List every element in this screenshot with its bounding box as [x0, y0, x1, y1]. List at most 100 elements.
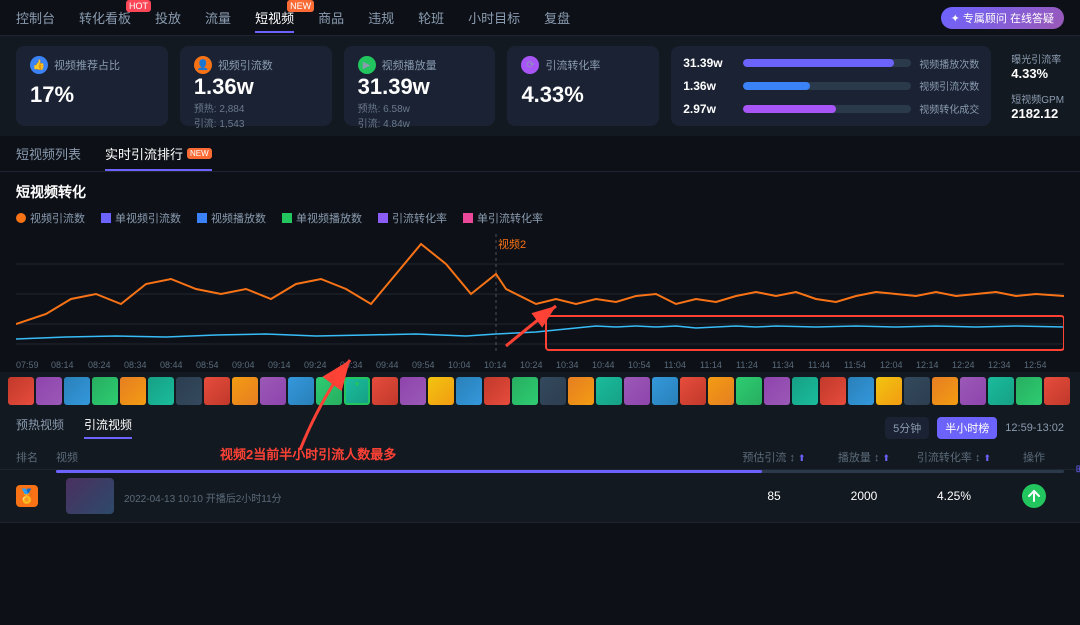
svg-text:12:34: 12:34: [988, 360, 1011, 370]
svg-text:08:14: 08:14: [51, 360, 74, 370]
thumb-item[interactable]: [708, 377, 734, 405]
thumb-item[interactable]: [148, 377, 174, 405]
video-thumbnail[interactable]: [66, 478, 114, 514]
bottom-panel: 预热视频 引流视频 5分钟 半小时榜 12:59-13:02 排名 视频 预估引…: [0, 410, 1080, 523]
5min-btn[interactable]: 5分钟: [885, 417, 929, 439]
thumb-item[interactable]: [988, 377, 1014, 405]
stats-row: 👍 视频推荐占比 17% 👤 视频引流数 1.36w 预热: 2,884 引流:…: [0, 36, 1080, 136]
thumb-item[interactable]: [932, 377, 958, 405]
chart-section: 短视频转化 视频引流数 单视频引流数 视频播放数 单视频播放数 引流转化率: [0, 172, 1080, 372]
nav-item-violations[interactable]: 违规: [368, 4, 394, 31]
thumb-item[interactable]: [540, 377, 566, 405]
nav-item-review[interactable]: 复盘: [544, 4, 570, 31]
col-traffic-header[interactable]: 预估引流 ↕ ⬆: [724, 449, 824, 465]
thumb-item[interactable]: [820, 377, 846, 405]
nav-item-products[interactable]: 商品: [318, 4, 344, 31]
thumb-item[interactable]: [232, 377, 258, 405]
nav-item-shifts[interactable]: 轮班: [418, 4, 444, 31]
svg-text:12:24: 12:24: [952, 360, 975, 370]
nav-item-conversion[interactable]: 转化看板 HOT: [79, 4, 131, 31]
chart-title: 短视频转化: [16, 182, 1064, 202]
nav-item-delivery[interactable]: 投放: [155, 4, 181, 31]
thumb-item[interactable]: [904, 377, 930, 405]
legend-conv-rate: 引流转化率: [378, 210, 447, 226]
conversion-bar: [743, 105, 835, 113]
svg-text:12:14: 12:14: [916, 360, 939, 370]
expert-button[interactable]: ✦ 专属顾问 在线答疑: [941, 7, 1064, 29]
sort-icon-play: ⬆: [883, 453, 891, 463]
tab-preheat-video[interactable]: 预热视频: [16, 416, 64, 439]
thumb-item[interactable]: [960, 377, 986, 405]
thumb-item[interactable]: [512, 377, 538, 405]
thumb-item-active[interactable]: ●: [344, 377, 370, 405]
tab-traffic-video[interactable]: 引流视频: [84, 416, 132, 439]
right-row-plays: 31.39w 视频播放次数: [683, 56, 979, 71]
thumb-item[interactable]: [1044, 377, 1070, 405]
rank-cell: 🏅: [16, 485, 56, 507]
nav-item-traffic[interactable]: 流量: [205, 4, 231, 31]
svg-text:08:24: 08:24: [88, 360, 111, 370]
video-date: 2022-04-13 10:10 开播后2小时11分: [124, 490, 724, 505]
time-axis: 07:59 08:14 08:24 08:34 08:44 08:54 09:0…: [16, 354, 1064, 372]
play-icon: ▶: [358, 56, 376, 74]
rank-badge-gold: 🏅: [16, 485, 38, 507]
halfhour-btn[interactable]: 半小时榜: [937, 417, 997, 439]
thumb-item[interactable]: [484, 377, 510, 405]
thumb-item[interactable]: [596, 377, 622, 405]
svg-text:09:34: 09:34: [340, 360, 363, 370]
nav-item-shortvideo[interactable]: 短视频 NEW: [255, 4, 294, 31]
nav-item-hourly-target[interactable]: 小时目标: [468, 4, 520, 31]
thumb-item[interactable]: [680, 377, 706, 405]
hot-badge: HOT: [126, 0, 151, 12]
svg-text:11:34: 11:34: [772, 360, 794, 370]
thumb-item[interactable]: [876, 377, 902, 405]
legend-sq-single-plays: [282, 213, 292, 223]
legend-traffic: 视频引流数: [16, 210, 85, 226]
action-cell: [1004, 484, 1064, 508]
thumb-item[interactable]: [372, 377, 398, 405]
action-button[interactable]: [1022, 484, 1046, 508]
thumb-item[interactable]: [624, 377, 650, 405]
thumb-item[interactable]: [428, 377, 454, 405]
svg-text:10:14: 10:14: [484, 360, 507, 370]
thumb-item[interactable]: [260, 377, 286, 405]
thumb-item[interactable]: [36, 377, 62, 405]
thumb-item[interactable]: [456, 377, 482, 405]
thumb-item[interactable]: [848, 377, 874, 405]
nav-item-console[interactable]: 控制台: [16, 4, 55, 31]
svg-text:10:54: 10:54: [628, 360, 651, 370]
thumb-item[interactable]: [400, 377, 426, 405]
thumb-item[interactable]: [736, 377, 762, 405]
svg-text:09:14: 09:14: [268, 360, 291, 370]
thumb-item[interactable]: [176, 377, 202, 405]
legend-sq-single-conv: [463, 213, 473, 223]
conversion-icon: ⟳: [521, 56, 539, 74]
legend-single-conv: 单引流转化率: [463, 210, 543, 226]
thumb-item[interactable]: [288, 377, 314, 405]
chart-container: 视频2: [16, 234, 1064, 354]
thumb-item[interactable]: [8, 377, 34, 405]
new-tag: NEW: [187, 148, 212, 159]
tab-video-list[interactable]: 短视频列表: [16, 144, 81, 171]
thumb-item[interactable]: [120, 377, 146, 405]
thumb-item[interactable]: [764, 377, 790, 405]
thumb-item[interactable]: [1016, 377, 1042, 405]
recommend-icon: 👍: [30, 56, 48, 74]
thumb-item[interactable]: [568, 377, 594, 405]
thumb-item[interactable]: [652, 377, 678, 405]
svg-text:10:04: 10:04: [448, 360, 471, 370]
video2-label: 视频2: [498, 236, 526, 252]
thumb-item[interactable]: [64, 377, 90, 405]
new-badge: NEW: [287, 0, 314, 12]
svg-text:10:44: 10:44: [592, 360, 615, 370]
legend-sq-plays: [197, 213, 207, 223]
thumb-item[interactable]: [204, 377, 230, 405]
col-play-header[interactable]: 播放量 ↕ ⬆: [824, 449, 904, 465]
chart-svg: [16, 234, 1064, 354]
col-conv-header[interactable]: 引流转化率 ↕ ⬆: [904, 449, 1004, 465]
thumb-item[interactable]: [92, 377, 118, 405]
thumb-item[interactable]: [792, 377, 818, 405]
thumb-item[interactable]: [316, 377, 342, 405]
tab-realtime-ranking[interactable]: 实时引流排行 NEW: [105, 144, 212, 171]
right-stats-panel: 31.39w 视频播放次数 1.36w 视频引流次数 2.97w 视频转化成交: [671, 46, 991, 126]
